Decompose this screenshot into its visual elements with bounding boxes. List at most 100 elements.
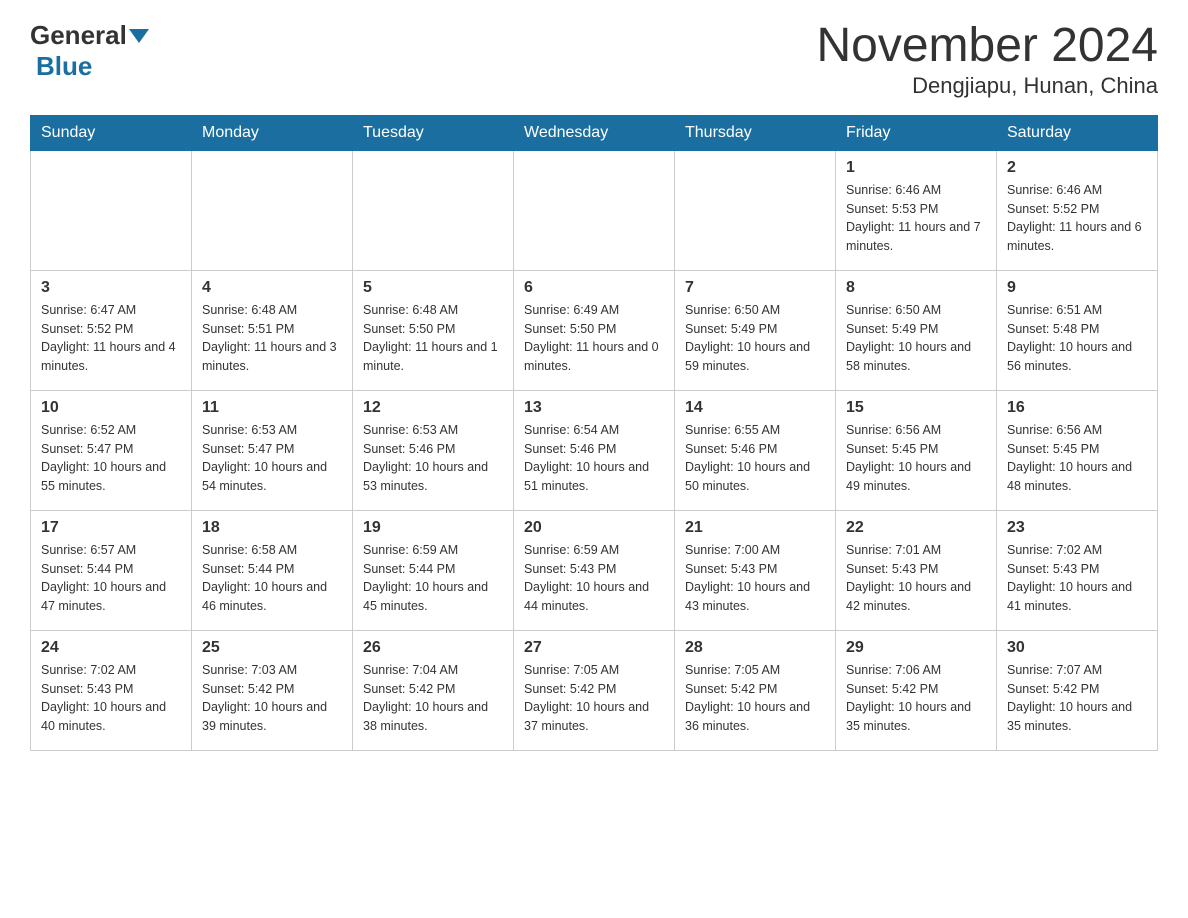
day-info: Sunrise: 7:01 AM Sunset: 5:43 PM Dayligh… [846,541,986,616]
calendar-cell: 4Sunrise: 6:48 AM Sunset: 5:51 PM Daylig… [192,270,353,390]
day-number: 12 [363,399,503,417]
day-info: Sunrise: 6:59 AM Sunset: 5:44 PM Dayligh… [363,541,503,616]
calendar-cell: 14 Sunrise: 6:55 AM Sunset: 5:46 PM Dayli… [675,390,836,510]
day-number: 30 [1007,639,1147,657]
day-number: 13 [524,399,664,417]
day-number: 21 [685,519,825,537]
day-number: 3 [41,279,181,297]
calendar-cell: 18Sunrise: 6:58 AM Sunset: 5:44 PM Dayli… [192,510,353,630]
calendar-cell: 30 Sunrise: 7:07 AM Sunset: 5:42 PM Dayli… [997,630,1158,750]
calendar-cell: 16Sunrise: 6:56 AM Sunset: 5:45 PM Dayli… [997,390,1158,510]
day-number: 17 [41,519,181,537]
calendar-cell: 3 Sunrise: 6:47 AM Sunset: 5:52 PM Daylig… [31,270,192,390]
calendar-cell [192,150,353,270]
day-info: Sunrise: 6:53 AM Sunset: 5:46 PM Dayligh… [363,421,503,496]
day-info: Sunrise: 6:52 AM Sunset: 5:47 PM Dayligh… [41,421,181,496]
calendar-cell: 8 Sunrise: 6:50 AM Sunset: 5:49 PM Daylig… [836,270,997,390]
day-number: 4 [202,279,342,297]
day-info: Sunrise: 6:54 AM Sunset: 5:46 PM Dayligh… [524,421,664,496]
day-info: Sunrise: 6:50 AM Sunset: 5:49 PM Dayligh… [846,301,986,376]
calendar-cell: 9 Sunrise: 6:51 AM Sunset: 5:48 PM Daylig… [997,270,1158,390]
weekday-row: SundayMondayTuesdayWednesdayThursdayFrid… [31,115,1158,150]
day-info: Sunrise: 6:46 AM Sunset: 5:53 PM Dayligh… [846,181,986,256]
day-info: Sunrise: 6:47 AM Sunset: 5:52 PM Dayligh… [41,301,181,376]
day-number: 5 [363,279,503,297]
weekday-header-tuesday: Tuesday [353,115,514,150]
calendar-cell: 10Sunrise: 6:52 AM Sunset: 5:47 PM Dayli… [31,390,192,510]
day-number: 7 [685,279,825,297]
calendar-cell: 6Sunrise: 6:49 AM Sunset: 5:50 PM Daylig… [514,270,675,390]
title-block: November 2024 Dengjiapu, Hunan, China [816,20,1158,99]
calendar-table: SundayMondayTuesdayWednesdayThursdayFrid… [30,115,1158,751]
day-info: Sunrise: 7:05 AM Sunset: 5:42 PM Dayligh… [685,661,825,736]
day-number: 22 [846,519,986,537]
calendar-cell: 28 Sunrise: 7:05 AM Sunset: 5:42 PM Dayli… [675,630,836,750]
logo-general: General [30,20,127,51]
day-info: Sunrise: 7:00 AM Sunset: 5:43 PM Dayligh… [685,541,825,616]
day-info: Sunrise: 6:55 AM Sunset: 5:46 PM Dayligh… [685,421,825,496]
month-title: November 2024 [816,20,1158,73]
calendar-cell: 12 Sunrise: 6:53 AM Sunset: 5:46 PM Dayli… [353,390,514,510]
week-row-3: 10Sunrise: 6:52 AM Sunset: 5:47 PM Dayli… [31,390,1158,510]
calendar-body: 1 Sunrise: 6:46 AM Sunset: 5:53 PM Daylig… [31,150,1158,750]
week-row-4: 17Sunrise: 6:57 AM Sunset: 5:44 PM Dayli… [31,510,1158,630]
calendar-cell: 24 Sunrise: 7:02 AM Sunset: 5:43 PM Dayli… [31,630,192,750]
calendar-cell: 17Sunrise: 6:57 AM Sunset: 5:44 PM Dayli… [31,510,192,630]
day-number: 15 [846,399,986,417]
day-number: 11 [202,399,342,417]
week-row-5: 24 Sunrise: 7:02 AM Sunset: 5:43 PM Dayli… [31,630,1158,750]
calendar-cell: 15 Sunrise: 6:56 AM Sunset: 5:45 PM Dayli… [836,390,997,510]
calendar-cell: 5 Sunrise: 6:48 AM Sunset: 5:50 PM Daylig… [353,270,514,390]
day-number: 25 [202,639,342,657]
weekday-header-friday: Friday [836,115,997,150]
calendar-cell [353,150,514,270]
day-number: 2 [1007,159,1147,177]
logo-arrow-icon [129,29,149,43]
day-info: Sunrise: 7:04 AM Sunset: 5:42 PM Dayligh… [363,661,503,736]
day-number: 8 [846,279,986,297]
day-info: Sunrise: 7:07 AM Sunset: 5:42 PM Dayligh… [1007,661,1147,736]
calendar-cell: 26 Sunrise: 7:04 AM Sunset: 5:42 PM Dayli… [353,630,514,750]
calendar-cell: 1 Sunrise: 6:46 AM Sunset: 5:53 PM Daylig… [836,150,997,270]
day-info: Sunrise: 7:06 AM Sunset: 5:42 PM Dayligh… [846,661,986,736]
day-number: 28 [685,639,825,657]
calendar-cell: 29Sunrise: 7:06 AM Sunset: 5:42 PM Dayli… [836,630,997,750]
day-info: Sunrise: 7:02 AM Sunset: 5:43 PM Dayligh… [41,661,181,736]
calendar-cell [675,150,836,270]
calendar-cell: 13 Sunrise: 6:54 AM Sunset: 5:46 PM Dayli… [514,390,675,510]
day-info: Sunrise: 6:46 AM Sunset: 5:52 PM Dayligh… [1007,181,1147,256]
calendar-cell: 2 Sunrise: 6:46 AM Sunset: 5:52 PM Daylig… [997,150,1158,270]
day-number: 26 [363,639,503,657]
day-info: Sunrise: 7:02 AM Sunset: 5:43 PM Dayligh… [1007,541,1147,616]
page-header: General Blue November 2024 Dengjiapu, Hu… [30,20,1158,99]
weekday-header-monday: Monday [192,115,353,150]
day-number: 14 [685,399,825,417]
calendar-cell [514,150,675,270]
day-number: 16 [1007,399,1147,417]
calendar-cell: 11 Sunrise: 6:53 AM Sunset: 5:47 PM Dayli… [192,390,353,510]
day-number: 1 [846,159,986,177]
day-info: Sunrise: 6:58 AM Sunset: 5:44 PM Dayligh… [202,541,342,616]
day-info: Sunrise: 6:56 AM Sunset: 5:45 PM Dayligh… [846,421,986,496]
logo-text: General [30,20,151,51]
day-info: Sunrise: 6:50 AM Sunset: 5:49 PM Dayligh… [685,301,825,376]
day-info: Sunrise: 7:03 AM Sunset: 5:42 PM Dayligh… [202,661,342,736]
day-number: 27 [524,639,664,657]
day-info: Sunrise: 6:59 AM Sunset: 5:43 PM Dayligh… [524,541,664,616]
calendar-cell: 25 Sunrise: 7:03 AM Sunset: 5:42 PM Dayli… [192,630,353,750]
calendar-cell: 22 Sunrise: 7:01 AM Sunset: 5:43 PM Dayli… [836,510,997,630]
day-number: 6 [524,279,664,297]
location: Dengjiapu, Hunan, China [816,73,1158,99]
calendar-header: SundayMondayTuesdayWednesdayThursdayFrid… [31,115,1158,150]
day-info: Sunrise: 6:53 AM Sunset: 5:47 PM Dayligh… [202,421,342,496]
day-number: 9 [1007,279,1147,297]
weekday-header-wednesday: Wednesday [514,115,675,150]
day-info: Sunrise: 6:48 AM Sunset: 5:50 PM Dayligh… [363,301,503,376]
week-row-2: 3 Sunrise: 6:47 AM Sunset: 5:52 PM Daylig… [31,270,1158,390]
day-number: 24 [41,639,181,657]
calendar-cell: 19Sunrise: 6:59 AM Sunset: 5:44 PM Dayli… [353,510,514,630]
day-info: Sunrise: 6:51 AM Sunset: 5:48 PM Dayligh… [1007,301,1147,376]
calendar-cell: 27Sunrise: 7:05 AM Sunset: 5:42 PM Dayli… [514,630,675,750]
week-row-1: 1 Sunrise: 6:46 AM Sunset: 5:53 PM Daylig… [31,150,1158,270]
calendar-cell: 23Sunrise: 7:02 AM Sunset: 5:43 PM Dayli… [997,510,1158,630]
